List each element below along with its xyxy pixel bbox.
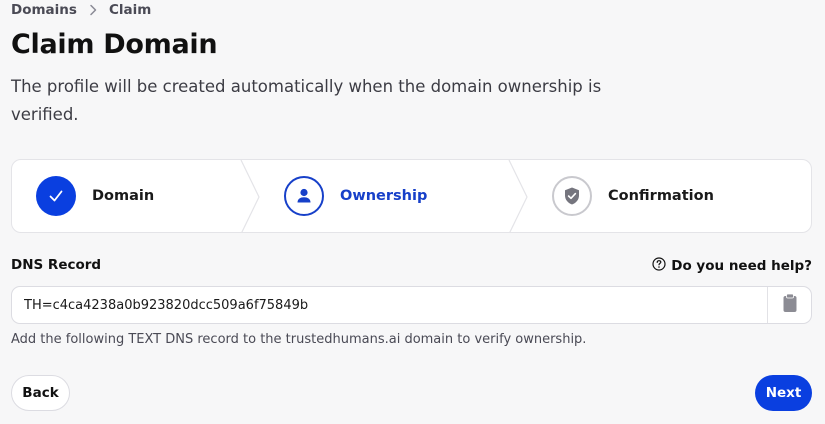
step-divider bbox=[508, 160, 528, 232]
chevron-right-icon bbox=[89, 4, 97, 16]
step-domain-label: Domain bbox=[92, 188, 155, 204]
help-link[interactable]: Do you need help? bbox=[652, 257, 812, 275]
dns-record-input[interactable] bbox=[12, 287, 767, 323]
dns-record-field bbox=[11, 286, 812, 324]
next-button[interactable]: Next bbox=[755, 375, 812, 411]
step-confirmation[interactable]: Confirmation bbox=[552, 160, 714, 232]
step-ownership-label: Ownership bbox=[340, 188, 428, 204]
step-divider bbox=[240, 160, 260, 232]
breadcrumb: Domains Claim bbox=[11, 2, 151, 18]
step-domain[interactable]: Domain bbox=[36, 160, 154, 232]
dns-hint-text: Add the following TEXT DNS record to the… bbox=[11, 332, 587, 347]
back-button[interactable]: Back bbox=[11, 375, 70, 411]
dns-record-label: DNS Record bbox=[11, 257, 102, 273]
page-subtitle: The profile will be created automaticall… bbox=[11, 77, 602, 124]
breadcrumb-item-claim: Claim bbox=[108, 2, 152, 18]
check-icon bbox=[36, 176, 76, 216]
stepper: Domain Ownership Confirmation bbox=[11, 159, 812, 233]
question-circle-icon bbox=[652, 257, 666, 275]
help-link-label: Do you need help? bbox=[671, 258, 812, 274]
copy-button[interactable] bbox=[767, 287, 811, 323]
breadcrumb-item-domains[interactable]: Domains bbox=[11, 2, 77, 18]
person-icon bbox=[284, 176, 324, 216]
page-title: Claim Domain bbox=[11, 29, 218, 60]
step-confirmation-label: Confirmation bbox=[608, 188, 714, 204]
shield-check-icon bbox=[552, 176, 592, 216]
step-ownership[interactable]: Ownership bbox=[284, 160, 427, 232]
clipboard-icon bbox=[782, 293, 798, 317]
